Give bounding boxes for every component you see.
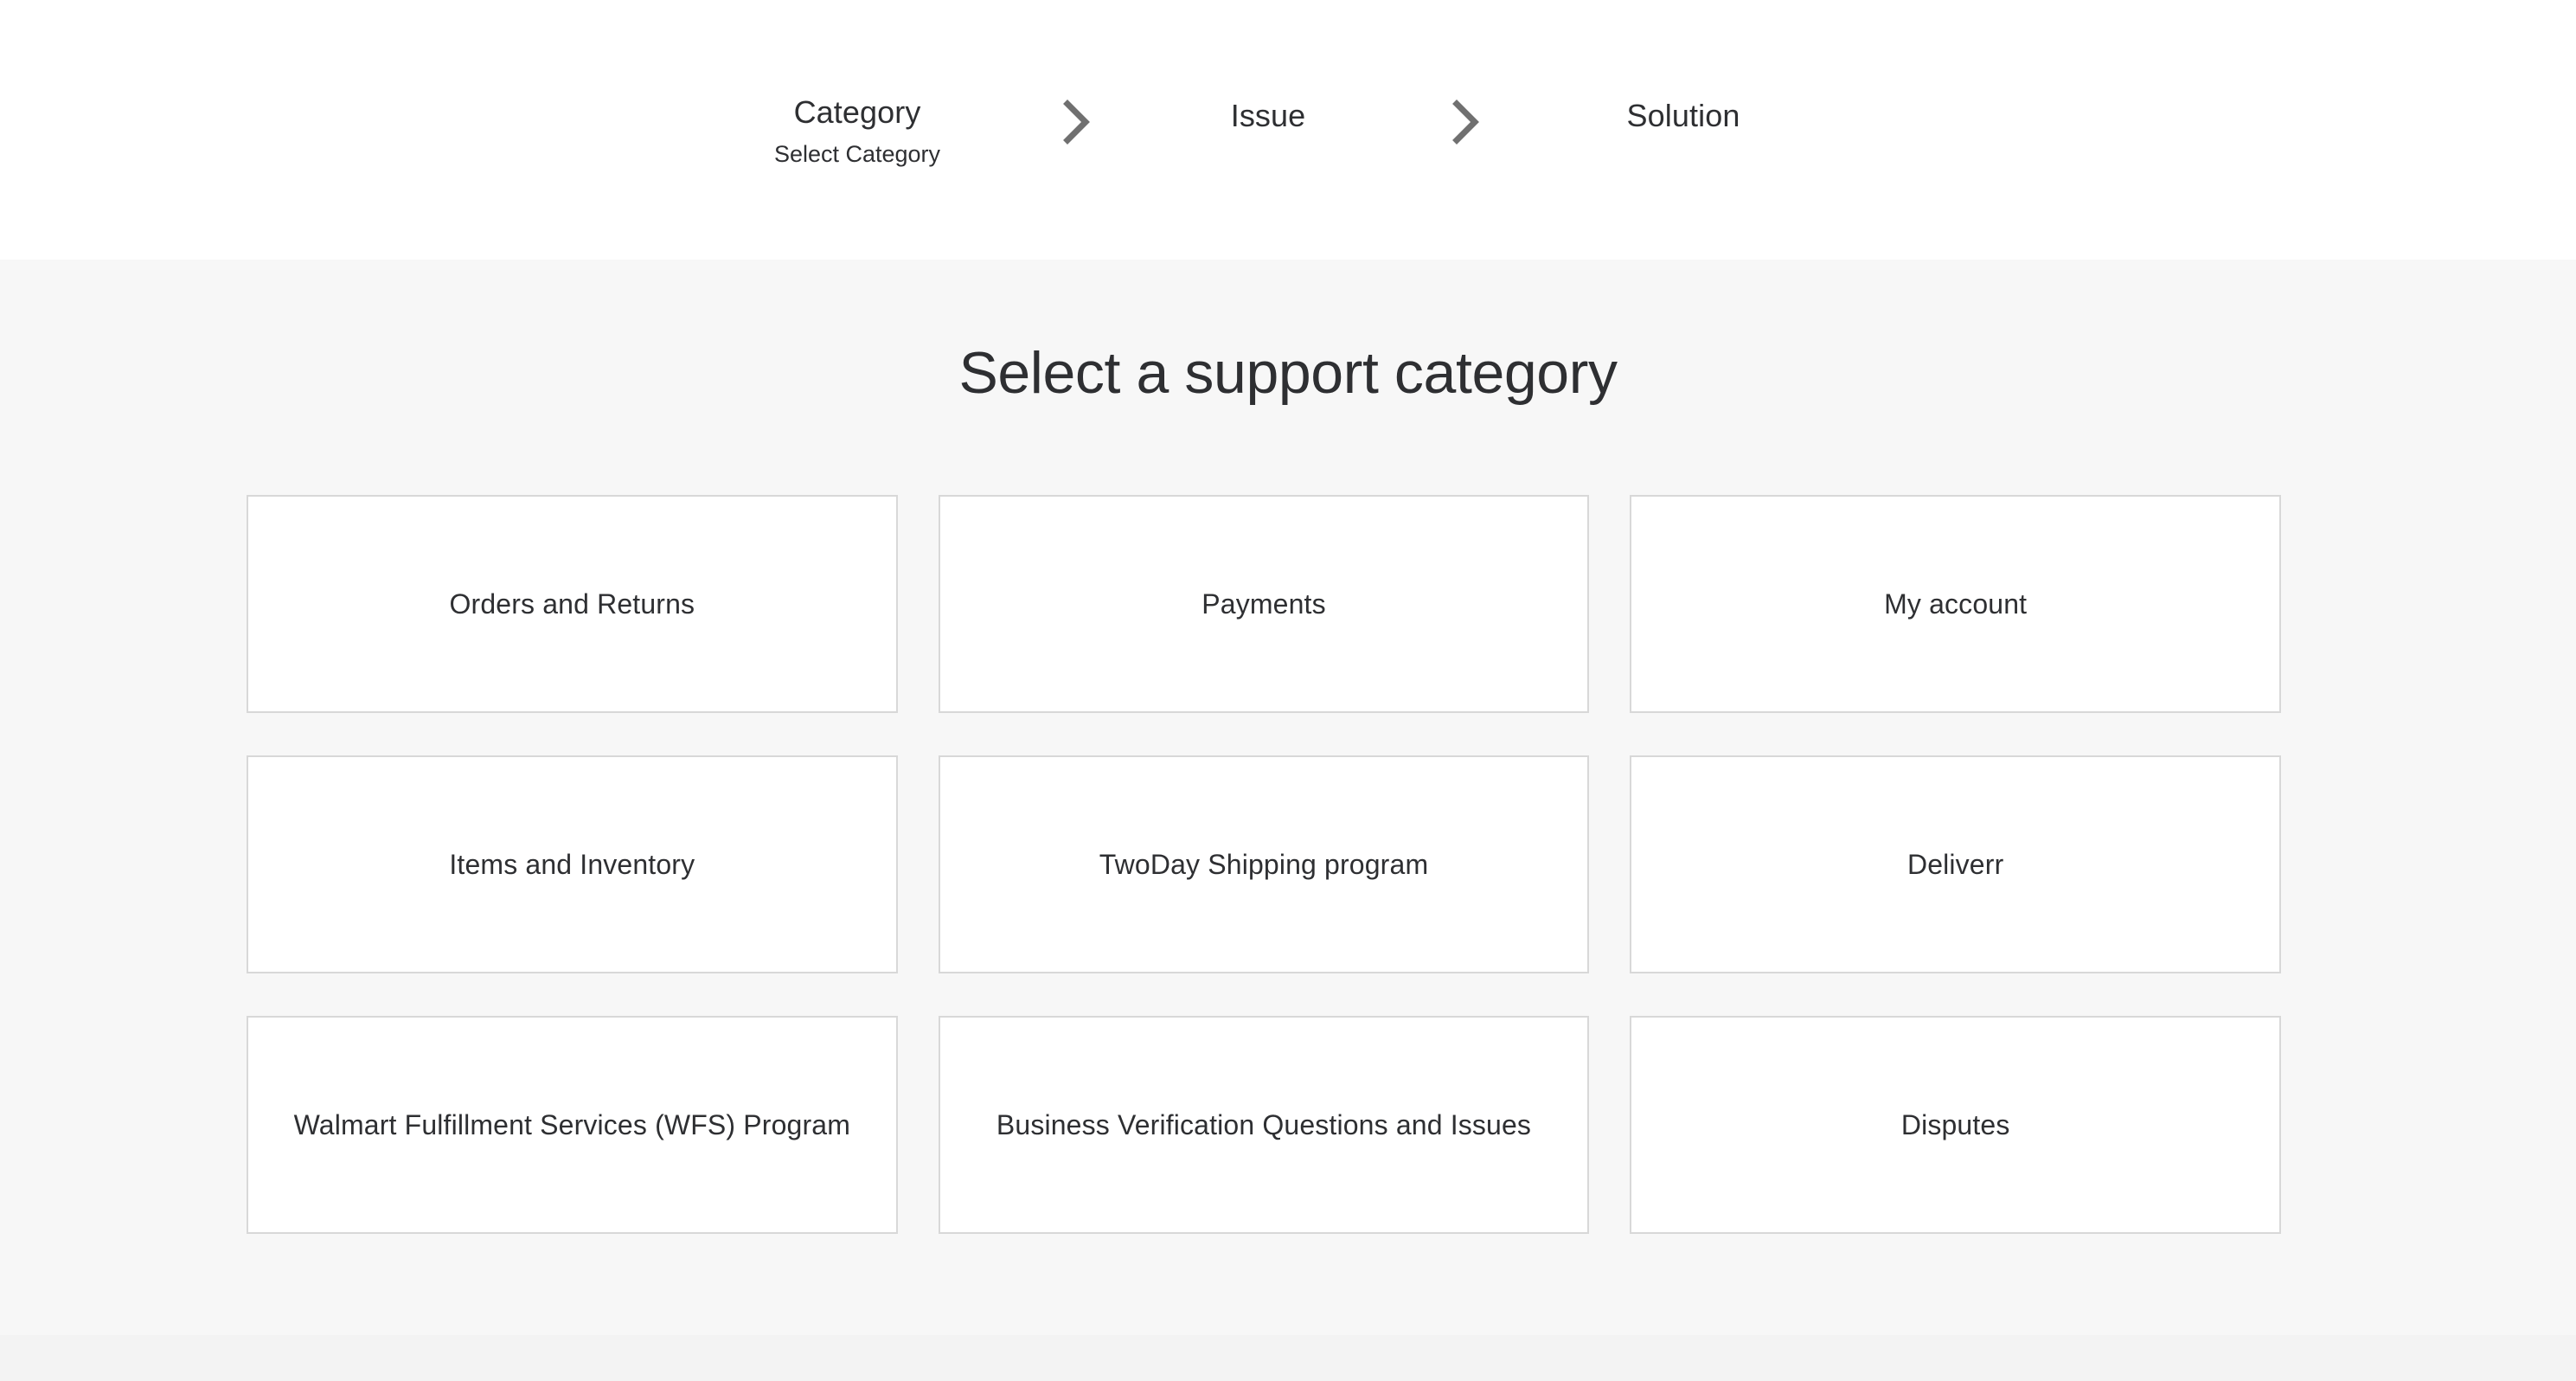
category-card-my-account[interactable]: My account xyxy=(1630,495,2281,713)
step-solution[interactable]: Solution xyxy=(1597,93,1770,135)
main-content: Select a support category Orders and Ret… xyxy=(0,260,2576,1335)
breadcrumb: Category Select Category Issue Solution xyxy=(758,93,1770,168)
category-card-twoday-shipping-program[interactable]: TwoDay Shipping program xyxy=(938,755,1590,973)
category-grid: Orders and Returns Payments My account I… xyxy=(247,495,2281,1234)
category-card-business-verification[interactable]: Business Verification Questions and Issu… xyxy=(938,1016,1590,1234)
support-category-page: Category Select Category Issue Solution xyxy=(0,0,2576,1381)
category-card-label: Walmart Fulfillment Services (WFS) Progr… xyxy=(293,1109,851,1140)
stepper-band: Category Select Category Issue Solution xyxy=(0,0,2576,260)
category-card-label: TwoDay Shipping program xyxy=(1099,849,1429,880)
category-card-payments[interactable]: Payments xyxy=(938,495,1590,713)
step-issue[interactable]: Issue xyxy=(1199,93,1337,135)
category-card-deliverr[interactable]: Deliverr xyxy=(1630,755,2281,973)
step-category-title: Category xyxy=(793,94,921,130)
category-card-items-and-inventory[interactable]: Items and Inventory xyxy=(247,755,898,973)
chevron-right-icon xyxy=(957,93,1199,145)
category-card-label: Orders and Returns xyxy=(449,588,695,620)
category-card-label: Items and Inventory xyxy=(449,849,695,880)
step-category-subtitle: Select Category xyxy=(773,141,941,167)
category-card-label: Deliverr xyxy=(1906,849,2004,880)
category-card-label: Disputes xyxy=(1900,1109,2010,1140)
category-card-label: My account xyxy=(1884,588,2028,620)
category-card-disputes[interactable]: Disputes xyxy=(1630,1016,2281,1234)
step-category[interactable]: Category Select Category xyxy=(758,93,957,168)
category-card-label: Payments xyxy=(1201,588,1326,620)
step-solution-title: Solution xyxy=(1626,98,1740,133)
category-card-orders-and-returns[interactable]: Orders and Returns xyxy=(247,495,898,713)
footer-strip xyxy=(0,1335,2576,1381)
category-card-walmart-fulfillment-services[interactable]: Walmart Fulfillment Services (WFS) Progr… xyxy=(247,1016,898,1234)
step-issue-title: Issue xyxy=(1230,98,1306,133)
category-card-label: Business Verification Questions and Issu… xyxy=(996,1109,1532,1140)
page-title: Select a support category xyxy=(958,340,1618,406)
chevron-right-icon xyxy=(1337,93,1597,145)
